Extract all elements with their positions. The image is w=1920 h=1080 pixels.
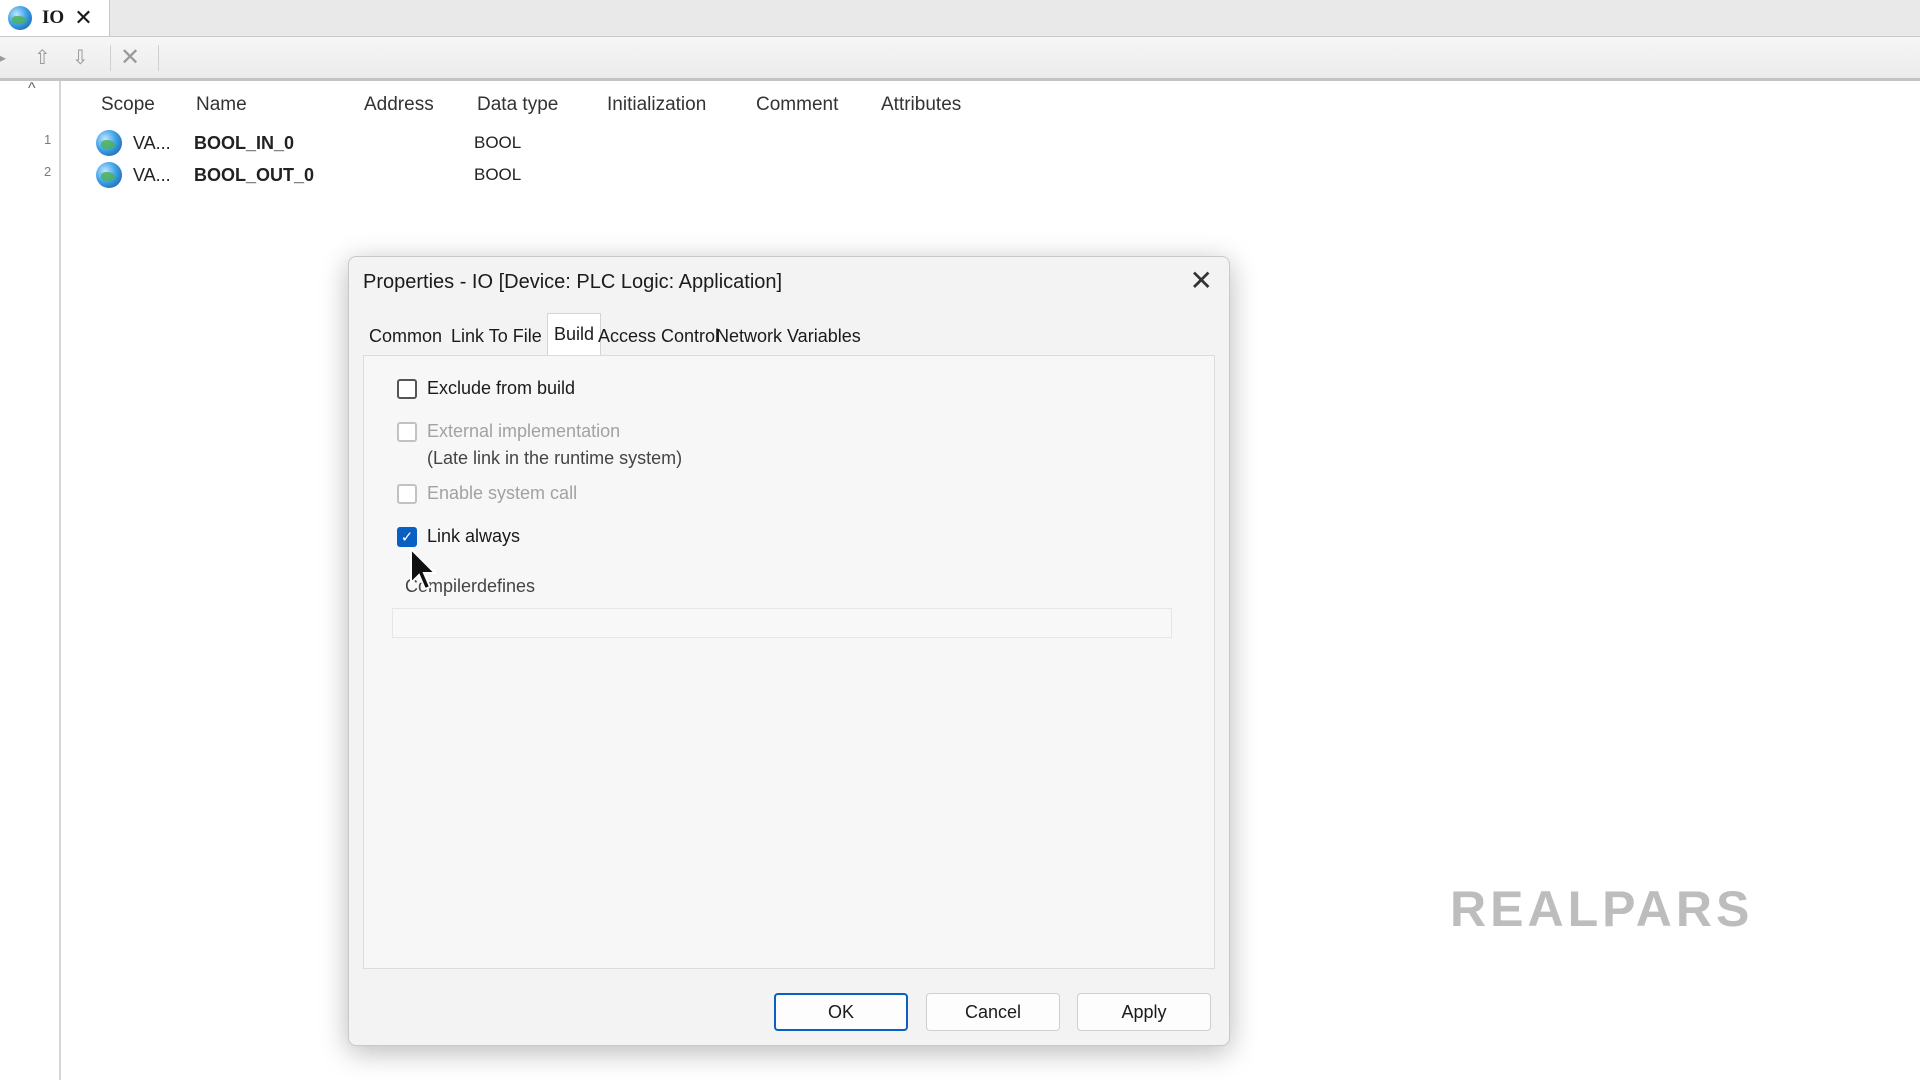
tab-access-control[interactable]: Access Control (592, 317, 725, 355)
tab-network-variables[interactable]: Network Variables (710, 317, 867, 355)
dropdown-arrow-icon[interactable]: ▸ (0, 45, 6, 70)
apply-button[interactable]: Apply (1077, 993, 1211, 1031)
dialog-title: Properties - IO [Device: PLC Logic: Appl… (363, 271, 783, 293)
line-number: 1 (44, 132, 52, 147)
link-always-checkbox[interactable]: ✓ (397, 526, 417, 547)
editor-tab-title: IO (42, 7, 65, 28)
external-implementation-label: External implementation (427, 421, 621, 441)
column-header-comment[interactable]: Comment (756, 94, 838, 116)
variable-data-type[interactable]: BOOL (474, 165, 521, 185)
enable-system-call-option: Enable system call (397, 483, 577, 504)
column-header-attributes[interactable]: Attributes (881, 94, 961, 116)
toolbar-divider (158, 45, 159, 71)
variable-data-type[interactable]: BOOL (474, 133, 521, 153)
close-icon[interactable]: ✕ (1190, 267, 1213, 295)
move-up-icon[interactable]: ⇧ (34, 45, 51, 70)
cancel-button[interactable]: Cancel (926, 993, 1060, 1031)
column-header-initialization[interactable]: Initialization (607, 94, 706, 116)
column-header-name[interactable]: Name (196, 94, 247, 116)
exclude-from-build-label: Exclude from build (427, 378, 576, 398)
external-implementation-note: (Late link in the runtime system) (427, 448, 683, 468)
editor-tab-io[interactable]: IO ✕ (0, 0, 110, 36)
collapse-caret-icon[interactable]: ^ (28, 80, 36, 98)
variable-scope[interactable]: VA... (133, 133, 171, 154)
exclude-from-build-option[interactable]: Exclude from build (397, 378, 575, 399)
mouse-cursor-icon (410, 547, 438, 591)
column-header-scope[interactable]: Scope (101, 94, 155, 116)
delete-icon[interactable]: ✕ (120, 43, 140, 72)
close-tab-icon[interactable]: ✕ (74, 7, 92, 29)
toolbar-divider (110, 45, 111, 71)
enable-system-call-checkbox (397, 483, 417, 504)
variable-name[interactable]: BOOL_IN_0 (194, 133, 294, 154)
variable-name[interactable]: BOOL_OUT_0 (194, 165, 314, 186)
column-header-data-type[interactable]: Data type (477, 94, 558, 116)
column-header-address[interactable]: Address (364, 94, 434, 116)
properties-dialog: Properties - IO [Device: PLC Logic: Appl… (348, 256, 1230, 1046)
variable-globe-icon (96, 162, 122, 188)
link-always-label: Link always (427, 526, 521, 546)
external-implementation-option: External implementation (397, 421, 620, 442)
external-implementation-checkbox (397, 421, 417, 442)
tab-common[interactable]: Common (363, 317, 448, 355)
editor-toolbar: ▸ ⇧ ⇩ ✕ (0, 37, 1920, 81)
editor-tab-bar: IO ✕ (0, 0, 1920, 37)
enable-system-call-label: Enable system call (427, 483, 578, 503)
realpars-watermark: REALPARS (1450, 881, 1754, 937)
line-number-gutter (0, 81, 61, 1080)
gvl-globe-icon (8, 6, 32, 30)
exclude-from-build-checkbox[interactable] (397, 378, 417, 399)
link-always-option[interactable]: ✓ Link always (397, 526, 520, 547)
build-tab-panel: Exclude from build External implementati… (363, 355, 1215, 969)
ok-button[interactable]: OK (774, 993, 908, 1031)
variable-globe-icon (96, 130, 122, 156)
move-down-icon[interactable]: ⇩ (72, 45, 89, 70)
variable-scope[interactable]: VA... (133, 165, 171, 186)
line-number: 2 (44, 164, 52, 179)
tab-link-to-file[interactable]: Link To File (445, 317, 548, 355)
compiler-defines-input[interactable] (392, 608, 1172, 638)
